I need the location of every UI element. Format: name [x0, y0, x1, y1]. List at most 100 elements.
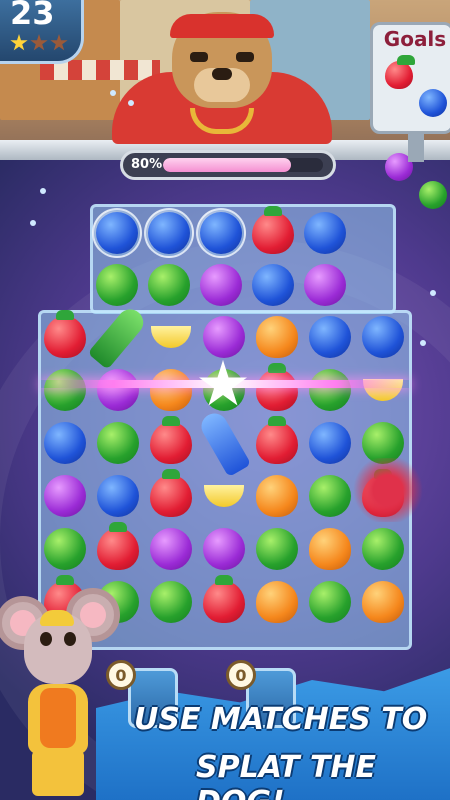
splat-progress-bar: 80%: [120, 150, 336, 180]
strawberry-icon: [252, 206, 294, 254]
board-cell[interactable]: [144, 208, 194, 258]
board-cell[interactable]: [305, 365, 355, 415]
apple-icon: [44, 369, 86, 411]
board-cell[interactable]: [199, 575, 249, 627]
board-cell[interactable]: [252, 577, 302, 627]
orange-icon: [150, 369, 192, 411]
progress-label: 80%: [131, 157, 163, 172]
apple-icon: [309, 369, 351, 411]
apple-icon: [362, 528, 404, 570]
board-cell[interactable]: [300, 208, 350, 258]
banana-icon: [151, 326, 191, 348]
goals-pole: [408, 134, 424, 162]
board-cell[interactable]: [358, 312, 408, 362]
board-cell[interactable]: [146, 312, 196, 362]
board-cell[interactable]: [252, 416, 302, 468]
board-cell[interactable]: [300, 260, 350, 310]
level-badge: 23: [0, 0, 84, 64]
board-cell[interactable]: [305, 577, 355, 627]
grape-icon: [203, 528, 245, 570]
board-cell[interactable]: [199, 471, 249, 521]
blueberry-icon: [252, 264, 294, 306]
star-icon: [10, 34, 28, 51]
blueberry-icon: [97, 475, 139, 517]
dog-eye: [190, 52, 208, 62]
caption-line-1: USE MATCHES TO: [134, 702, 428, 737]
water-drop: [430, 290, 436, 296]
board-cell[interactable]: [196, 408, 252, 478]
board-cell[interactable]: [40, 524, 90, 574]
board-cell[interactable]: [196, 260, 246, 310]
board-cell[interactable]: [40, 418, 90, 468]
strawberry-icon: [150, 469, 192, 517]
board-cell[interactable]: [40, 471, 90, 521]
booster-count: 0: [226, 660, 256, 690]
board-cell[interactable]: [358, 577, 408, 627]
water-drop: [40, 188, 46, 194]
board-cell[interactable]: [93, 522, 143, 574]
blueberry-icon: [96, 212, 138, 254]
board-cell[interactable]: [305, 524, 355, 574]
blueberry-icon: [309, 316, 351, 358]
board-cell[interactable]: [146, 577, 196, 627]
orange-icon: [309, 528, 351, 570]
board-cell[interactable]: [305, 312, 355, 362]
board-cell[interactable]: [252, 524, 302, 574]
strawberry-icon: [203, 575, 245, 623]
progress-fill: [163, 158, 291, 172]
goal-strawberry-icon: [385, 55, 415, 89]
juice-splat: [350, 458, 426, 522]
dog-nose: [212, 68, 232, 80]
progress-track: [163, 158, 323, 172]
board-cell[interactable]: [196, 208, 246, 258]
board-cell[interactable]: [252, 363, 302, 415]
banana-icon: [204, 485, 244, 507]
mouse-hat: [40, 610, 74, 626]
board-cell[interactable]: [199, 524, 249, 574]
blueberry-icon: [148, 212, 190, 254]
board-cell[interactable]: [146, 416, 196, 468]
board-cell[interactable]: [252, 312, 302, 362]
board-cell[interactable]: [92, 208, 142, 258]
board-cell[interactable]: [87, 304, 149, 370]
board-cell[interactable]: [40, 365, 90, 415]
grape-icon: [304, 264, 346, 306]
caption-line-2: SPLAT THE DOG!: [196, 750, 377, 800]
grape-icon: [200, 264, 242, 306]
board-cell[interactable]: [248, 206, 298, 258]
board-cell[interactable]: [146, 469, 196, 521]
level-number: 23: [10, 0, 55, 32]
apple-icon: [96, 264, 138, 306]
board-cell[interactable]: [358, 524, 408, 574]
board-cell[interactable]: [146, 365, 196, 415]
orange-icon: [256, 475, 298, 517]
strawberry-icon: [150, 416, 192, 464]
strawberry-icon: [256, 416, 298, 464]
board-cell[interactable]: [305, 471, 355, 521]
board-cell[interactable]: [146, 524, 196, 574]
grape-icon: [150, 528, 192, 570]
goals-panel: Goals: [370, 22, 450, 209]
board-cell[interactable]: [358, 365, 408, 415]
board-cell[interactable]: [93, 471, 143, 521]
apple-icon: [256, 528, 298, 570]
orange-icon: [256, 316, 298, 358]
board-cell[interactable]: [252, 471, 302, 521]
orange-icon: [362, 581, 404, 623]
board-cell[interactable]: [144, 260, 194, 310]
board-cell[interactable]: [93, 418, 143, 468]
dog-eye: [236, 52, 254, 62]
apple-icon: [44, 528, 86, 570]
board-cell[interactable]: [40, 310, 90, 362]
board-cell[interactable]: [305, 418, 355, 468]
rocket-booster-icon: [196, 408, 252, 478]
strawberry-icon: [256, 363, 298, 411]
board-cell[interactable]: [92, 260, 142, 310]
blueberry-icon: [309, 422, 351, 464]
grape-icon: [44, 475, 86, 517]
board-cell[interactable]: [199, 312, 249, 362]
board-cell[interactable]: [248, 260, 298, 310]
board-cell[interactable]: [93, 365, 143, 415]
bulldog-boss: [112, 12, 332, 144]
match-board[interactable]: [38, 204, 412, 650]
